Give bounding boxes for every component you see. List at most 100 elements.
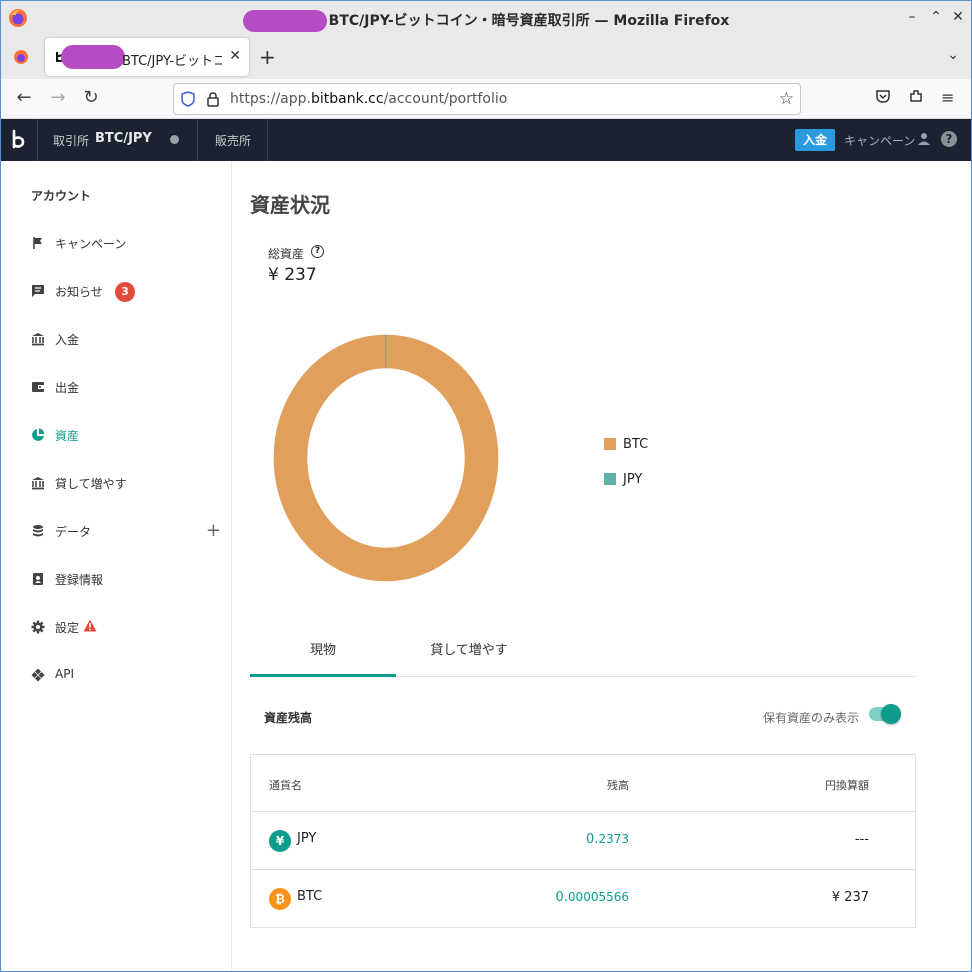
exchange-label[interactable]: 取引所 (53, 132, 89, 149)
deposit-button[interactable]: 入金 (795, 129, 835, 151)
pocket-icon[interactable] (875, 88, 891, 108)
holdings-only-toggle[interactable] (869, 704, 901, 724)
bank-icon (32, 333, 44, 346)
sidebar-item-data[interactable]: データ + (31, 520, 221, 542)
firefox-view-icon[interactable] (13, 49, 29, 65)
flag-icon (33, 237, 42, 249)
extensions-icon[interactable] (908, 88, 924, 108)
menu-icon[interactable]: ≡ (941, 88, 954, 107)
bank-icon (32, 477, 44, 490)
main-content: 資産状況 総資産 ? ¥ 237 BTC JPY 現物 貸して増やす 資産残高 … (233, 161, 971, 971)
sidebar-item-assets[interactable]: 資産 (31, 426, 221, 446)
url-text: https://app.bitbank.cc/account/portfolio (230, 91, 508, 107)
legend-label: JPY (623, 472, 643, 487)
jpy-value: --- (854, 832, 869, 847)
sidebar-item-api[interactable]: API (31, 666, 221, 686)
legend-item-jpy: JPY (604, 472, 684, 488)
total-assets-label: 総資産 (268, 247, 305, 261)
lock-icon[interactable] (206, 91, 220, 107)
warning-icon (83, 619, 97, 632)
sidebar-item-label: お知らせ (55, 285, 103, 299)
sidebar-item-label: API (55, 667, 74, 681)
sidebar-item-label: 設定 (55, 621, 80, 635)
help-icon[interactable]: ? (941, 131, 957, 147)
sidebar-item-label: 出金 (55, 381, 80, 395)
sidebar-item-label: 登録情報 (55, 573, 104, 587)
table-row: ¥ JPY 0.2373 --- (251, 812, 915, 870)
tab-strip: BTC/JPY-ビットコイン ✕ + ⌄ (1, 35, 971, 79)
donut-slice-btc[interactable] (273, 334, 499, 582)
message-icon (32, 285, 44, 297)
tab-spot[interactable]: 現物 (250, 636, 396, 677)
expand-plus-icon[interactable]: + (206, 520, 221, 541)
legend-item-btc: BTC (604, 437, 684, 453)
balance-value: 0.00005566 (555, 890, 629, 905)
sidebar-item-deposit[interactable]: 入金 (31, 330, 221, 350)
wallet-icon (32, 382, 44, 392)
donut-slice-jpy[interactable] (384, 334, 387, 369)
toggle-knob[interactable] (881, 704, 901, 724)
gear-icon (31, 620, 45, 634)
total-assets-value: ¥ 237 (268, 265, 317, 285)
column-header-currency: 通貨名 (269, 779, 302, 792)
database-icon (33, 525, 43, 537)
list-all-tabs-icon[interactable]: ⌄ (947, 47, 959, 63)
close-tab-icon[interactable]: ✕ (229, 48, 241, 64)
btc-coin-icon: ₿ (269, 888, 291, 910)
balance-value: 0.2373 (586, 832, 629, 847)
new-tab-button[interactable]: + (259, 45, 276, 69)
table-header: 通貨名 残高 円換算額 (251, 755, 915, 812)
asset-donut-chart (273, 334, 499, 582)
minimize-button[interactable]: – (903, 9, 921, 25)
api-icon (31, 668, 45, 682)
maximize-button[interactable]: ⌃ (927, 9, 945, 25)
table-row: ₿ BTC 0.00005566 ¥ 237 (251, 870, 915, 928)
pair-selector[interactable]: BTC/JPY (95, 131, 152, 146)
back-button[interactable]: ← (12, 87, 36, 108)
browser-window: BTC/JPY-ビットコイン・暗号資産取引所 — Mozilla Firefox… (0, 0, 972, 972)
page-title: 資産状況 (250, 193, 330, 217)
navigation-bar: ← → ↻ https://app.bitbank.cc/account/por… (1, 79, 971, 119)
sidebar-heading: アカウント (31, 189, 92, 203)
forward-button[interactable]: → (46, 87, 70, 108)
window-title: BTC/JPY-ビットコイン・暗号資産取引所 — Mozilla Firefox (1, 10, 971, 32)
tab-title: BTC/JPY-ビットコイン (122, 54, 222, 69)
id-badge-icon (33, 573, 43, 585)
sidebar-item-lending[interactable]: 貸して増やす (31, 474, 221, 494)
reload-button[interactable]: ↻ (79, 87, 103, 108)
redaction-mark (61, 45, 125, 69)
notification-badge: 3 (115, 282, 135, 302)
sidebar-item-settings[interactable]: 設定 (31, 618, 221, 638)
legend-swatch (604, 438, 616, 450)
currency-name: BTC (297, 889, 323, 904)
holdings-only-label: 保有資産のみ表示 (763, 711, 860, 725)
asset-balance-table: 通貨名 残高 円換算額 ¥ JPY 0.2373 --- ₿ BTC 0.000… (250, 754, 916, 928)
shield-icon[interactable] (181, 91, 195, 107)
sidebar-item-registration[interactable]: 登録情報 (31, 570, 221, 590)
browser-tab[interactable]: BTC/JPY-ビットコイン ✕ (45, 38, 249, 76)
user-icon[interactable] (917, 132, 931, 146)
pair-status-dot (170, 135, 179, 144)
legend-label: BTC (623, 437, 649, 452)
sidebar-item-withdraw[interactable]: 出金 (31, 378, 221, 398)
sidebar-item-notifications[interactable]: お知らせ 3 (31, 282, 221, 302)
sidebar: アカウント キャンペーン お知らせ 3 入金 出金 資産 貸して増やす データ … (1, 161, 232, 971)
currency-name: JPY (297, 831, 317, 846)
url-bar[interactable]: https://app.bitbank.cc/account/portfolio… (173, 83, 801, 115)
close-window-button[interactable]: ✕ (949, 9, 967, 25)
sidebar-item-label: 貸して増やす (55, 477, 127, 491)
title-bar: BTC/JPY-ビットコイン・暗号資産取引所 — Mozilla Firefox… (1, 1, 971, 35)
jpy-value: ¥ 237 (831, 890, 869, 905)
redaction-mark (242, 10, 327, 32)
bitbank-logo-icon[interactable] (9, 129, 29, 151)
sidebar-item-campaign[interactable]: キャンペーン (31, 234, 221, 254)
sales-office-link[interactable]: 販売所 (215, 132, 251, 149)
campaign-link[interactable]: キャンペーン (844, 132, 915, 149)
sidebar-item-label: キャンペーン (55, 237, 127, 251)
legend-swatch (604, 473, 616, 485)
sidebar-item-label: データ (55, 525, 92, 539)
header-divider (267, 119, 268, 161)
help-circle-icon[interactable]: ? (311, 245, 324, 258)
tab-lending[interactable]: 貸して増やす (396, 636, 542, 677)
bookmark-star-icon[interactable]: ☆ (779, 89, 794, 109)
